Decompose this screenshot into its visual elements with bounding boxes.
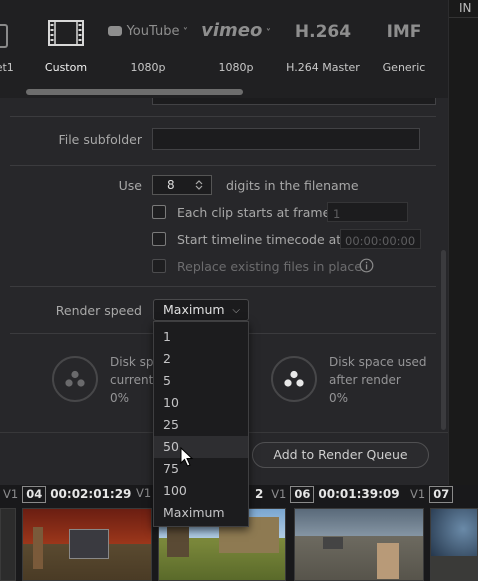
disk-usage-icon: [284, 370, 304, 387]
start-timecode-label: Start timeline timecode at: [177, 232, 342, 247]
preset-imf-generic[interactable]: IMF Generic: [373, 0, 435, 90]
timeline-clip-header: V1 07: [410, 486, 454, 503]
timeline-clip-header: V1 04 00:02:01:29: [3, 486, 132, 503]
render-speed-select[interactable]: Maximum ⌵: [153, 299, 249, 321]
preset-vimeo-1080p[interactable]: vimeo ˅ 1080p: [196, 0, 276, 90]
film-strip-icon: [48, 20, 84, 46]
filename-field[interactable]: [152, 98, 436, 105]
clip-thumbnail-07[interactable]: [430, 508, 478, 581]
timeline-clip-header: V1: [136, 486, 152, 500]
preset-label: 1080p: [218, 61, 254, 74]
replace-files-checkbox[interactable]: [152, 259, 166, 273]
preset-set1[interactable]: set1: [0, 0, 20, 90]
right-side-panel: IN: [448, 0, 478, 485]
render-speed-option-maximum[interactable]: Maximum: [154, 502, 248, 524]
preset-h264-master[interactable]: H.264 H.264 Master: [283, 0, 363, 90]
clip-thumbnail-04[interactable]: [22, 508, 152, 581]
vimeo-logo-icon: vimeo ˅: [201, 20, 271, 41]
info-icon[interactable]: [359, 258, 374, 273]
preset-label: Generic: [382, 61, 426, 74]
each-clip-frame-input[interactable]: 1: [327, 202, 408, 222]
disk-space-after-text: Disk space used after render 0%: [329, 355, 427, 405]
digits-suffix-label: digits in the filename: [226, 178, 359, 193]
timeline-clip-header: 2 V1 06 00:01:39:09: [255, 486, 400, 503]
render-speed-option-25[interactable]: 25: [154, 414, 248, 436]
preset-icon: [0, 24, 8, 48]
preset-youtube-1080p[interactable]: YouTube ˅ 1080p: [108, 0, 188, 90]
mouse-pointer-icon: [180, 447, 194, 467]
digits-value: 8: [167, 178, 175, 192]
clip-thumbnail[interactable]: [0, 508, 16, 581]
preset-label: Custom: [44, 61, 88, 74]
disk-space-current-text: Disk sp current 0%: [110, 355, 154, 405]
clip-thumbnail-06[interactable]: [294, 508, 424, 581]
render-speed-option-75[interactable]: 75: [154, 458, 248, 480]
settings-scrollbar[interactable]: [441, 250, 446, 430]
preset-label: H.264 Master: [286, 61, 360, 74]
render-speed-value: Maximum: [163, 302, 225, 317]
youtube-logo-icon: YouTube ˅: [108, 24, 188, 39]
disk-space-current-indicator: [52, 356, 98, 402]
disk-space-after-indicator: [271, 356, 317, 402]
h264-logo-icon: H.264: [294, 22, 352, 42]
render-speed-option-5[interactable]: 5: [154, 370, 248, 392]
each-clip-label: Each clip starts at frame: [177, 205, 331, 220]
preset-label: 1080p: [130, 61, 166, 74]
use-label: Use: [118, 178, 142, 193]
stepper-arrows-icon[interactable]: [195, 179, 203, 191]
render-speed-label: Render speed: [55, 303, 142, 318]
start-timecode-input[interactable]: 00:00:00:00: [340, 229, 421, 249]
render-speed-option-50[interactable]: 50: [154, 436, 248, 458]
imf-logo-icon: IMF: [386, 22, 422, 42]
chevron-down-icon: ⌵: [232, 305, 240, 316]
render-speed-option-1[interactable]: 1: [154, 326, 248, 348]
file-subfolder-input[interactable]: [152, 128, 420, 150]
preset-custom[interactable]: Custom: [38, 0, 94, 90]
add-to-render-queue-button[interactable]: Add to Render Queue: [252, 442, 429, 468]
render-preset-strip: set1 Custom YouTube ˅ 1080p vimeo ˅ 1080…: [0, 0, 448, 98]
replace-files-label: Replace existing files in place: [177, 259, 362, 274]
render-speed-option-100[interactable]: 100: [154, 480, 248, 502]
start-timecode-checkbox[interactable]: [152, 232, 166, 246]
disk-usage-icon: [65, 370, 85, 387]
preset-label: set1: [0, 61, 14, 74]
panel-title: IN: [459, 1, 472, 15]
render-speed-option-10[interactable]: 10: [154, 392, 248, 414]
preset-scrollbar[interactable]: [26, 89, 243, 95]
each-clip-checkbox[interactable]: [152, 205, 166, 219]
render-speed-option-2[interactable]: 2: [154, 348, 248, 370]
render-speed-menu: 1 2 5 10 25 50 75 100 Maximum: [153, 321, 249, 527]
file-subfolder-label: File subfolder: [58, 132, 142, 147]
digits-stepper[interactable]: 8: [152, 175, 212, 195]
